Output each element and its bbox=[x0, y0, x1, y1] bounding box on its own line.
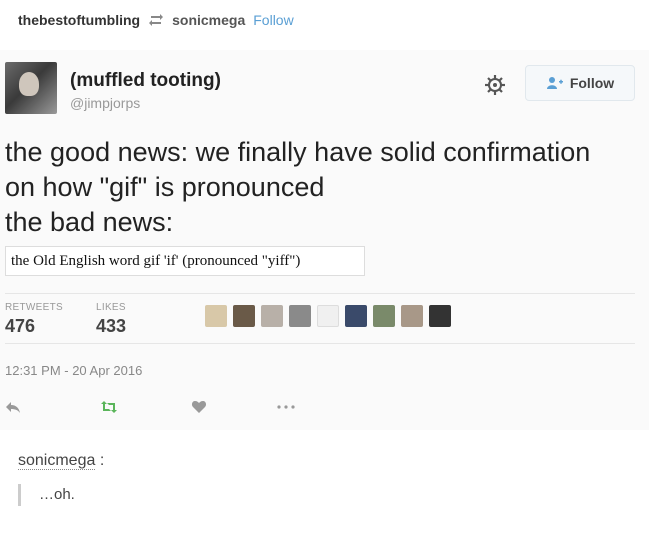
liker-avatar[interactable] bbox=[289, 305, 311, 327]
tweet-display-name[interactable]: (muffled tooting) bbox=[70, 70, 221, 92]
liker-avatar[interactable] bbox=[429, 305, 451, 327]
reblog-header: thebestoftumbling sonicmega Follow bbox=[18, 12, 294, 28]
reblog-comment-author: sonicmega : bbox=[18, 452, 104, 470]
reply-separator: : bbox=[99, 452, 105, 469]
source-username[interactable]: thebestoftumbling bbox=[18, 12, 140, 28]
embedded-definition: the Old English word gif 'if' (pronounce… bbox=[5, 246, 365, 276]
follow-link[interactable]: Follow bbox=[253, 12, 293, 28]
add-user-icon bbox=[546, 77, 563, 89]
follow-button[interactable]: Follow bbox=[525, 65, 635, 101]
gear-icon[interactable] bbox=[484, 74, 506, 96]
tweet-text-line: the good news: we finally have solid con… bbox=[5, 137, 591, 167]
liker-avatar[interactable] bbox=[205, 305, 227, 327]
reblog-icon bbox=[149, 14, 164, 26]
tweet-text: the good news: we finally have solid con… bbox=[5, 135, 645, 240]
liker-avatar[interactable] bbox=[261, 305, 283, 327]
follow-button-label: Follow bbox=[569, 75, 615, 91]
liker-avatar[interactable] bbox=[401, 305, 423, 327]
tweet-handle[interactable]: @jimpjorps bbox=[70, 95, 140, 111]
heart-icon[interactable] bbox=[191, 400, 207, 414]
avatar[interactable] bbox=[5, 62, 57, 114]
retweets-label: RETWEETS bbox=[5, 302, 63, 313]
liker-avatar[interactable] bbox=[345, 305, 367, 327]
tweet-actions bbox=[5, 400, 645, 420]
liker-avatar[interactable] bbox=[373, 305, 395, 327]
liker-avatar[interactable] bbox=[317, 305, 339, 327]
reblogger-username[interactable]: sonicmega bbox=[172, 12, 245, 28]
divider bbox=[5, 343, 635, 344]
reply-author-link[interactable]: sonicmega bbox=[18, 452, 96, 470]
divider bbox=[5, 293, 635, 294]
reply-icon[interactable] bbox=[5, 400, 21, 414]
retweets-count[interactable]: 476 bbox=[5, 316, 35, 337]
retweet-icon[interactable] bbox=[100, 400, 118, 414]
likes-count[interactable]: 433 bbox=[96, 316, 126, 337]
tweet-card: (muffled tooting) @jimpjorps Follow the … bbox=[0, 50, 649, 430]
tweet-text-line: the bad news: bbox=[5, 207, 174, 237]
more-icon[interactable] bbox=[277, 405, 295, 409]
likes-label: LIKES bbox=[96, 302, 126, 313]
tweet-text-line: on how "gif" is pronounced bbox=[5, 172, 325, 202]
reblog-comment-quote: …oh. bbox=[18, 484, 75, 506]
liker-avatars bbox=[205, 305, 451, 327]
liker-avatar[interactable] bbox=[233, 305, 255, 327]
tweet-timestamp[interactable]: 12:31 PM - 20 Apr 2016 bbox=[5, 363, 142, 378]
